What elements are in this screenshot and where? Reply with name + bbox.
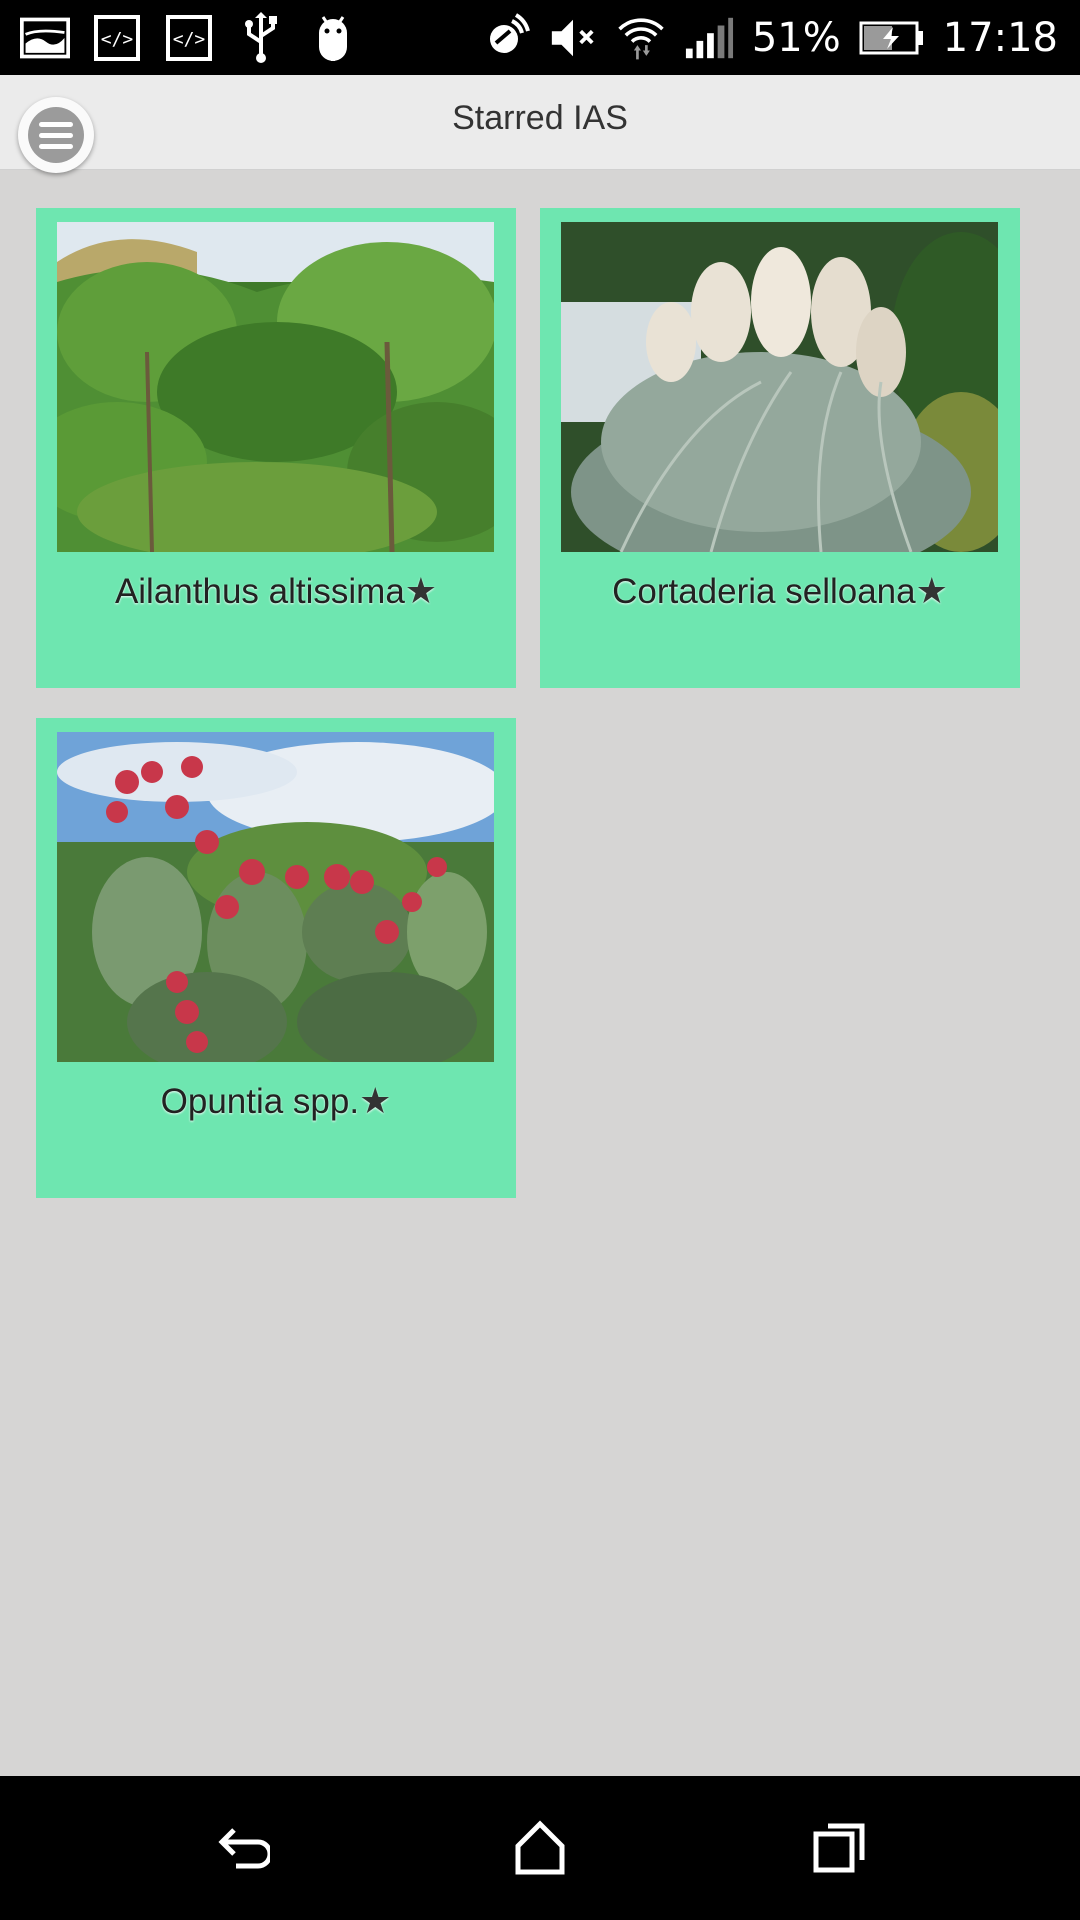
species-name-text: Ailanthus altissima: [114, 572, 405, 611]
signal-icon: [684, 13, 734, 63]
back-icon[interactable]: [210, 1818, 273, 1878]
species-name-text: Cortaderia selloana: [612, 572, 916, 611]
prickly-pear-cactus-photo: [57, 732, 494, 1062]
svg-text:</>: </>: [101, 29, 134, 50]
species-card-ailanthus[interactable]: Ailanthus altissima★: [36, 208, 516, 688]
starred-species-grid: Ailanthus altissima★ Cortaderia selloana…: [0, 170, 1080, 1776]
star-icon: ★: [404, 570, 438, 611]
android-icon: [308, 13, 358, 63]
species-card-opuntia[interactable]: Opuntia spp.★: [36, 718, 516, 1198]
battery-percentage: 51%: [751, 15, 841, 61]
code-icon: </>: [92, 13, 142, 63]
app-bar: Starred IAS: [0, 75, 1080, 173]
usb-icon: [236, 12, 286, 63]
species-name-text: Opuntia spp.: [160, 1082, 360, 1121]
notification-icons: </> </>: [20, 8, 358, 68]
nfc-icon: [480, 13, 530, 63]
navigation-bar: [0, 1776, 1080, 1920]
battery-charging-icon: [859, 13, 925, 63]
system-status: 51% 17:18: [480, 8, 1058, 68]
page-title: Starred IAS: [452, 99, 628, 137]
code-icon: </>: [164, 13, 214, 63]
home-icon[interactable]: [510, 1818, 570, 1878]
star-icon: ★: [915, 570, 948, 611]
gallery-icon: [20, 13, 70, 63]
species-name: Opuntia spp.★: [36, 1080, 516, 1122]
species-name: Cortaderia selloana★: [540, 570, 1020, 612]
recents-icon[interactable]: [810, 1818, 870, 1878]
mute-icon: [548, 13, 598, 63]
wifi-icon: [616, 13, 666, 63]
species-card-cortaderia[interactable]: Cortaderia selloana★: [540, 208, 1020, 688]
pampas-grass-photo: [561, 222, 998, 552]
clock: 17:18: [942, 15, 1058, 61]
star-icon: ★: [359, 1080, 392, 1121]
species-name: Ailanthus altissima★: [36, 570, 516, 612]
tree-of-heaven-photo: [57, 222, 494, 552]
status-bar: </> </> 51% 17:18: [0, 0, 1080, 75]
svg-text:</>: </>: [173, 29, 206, 50]
